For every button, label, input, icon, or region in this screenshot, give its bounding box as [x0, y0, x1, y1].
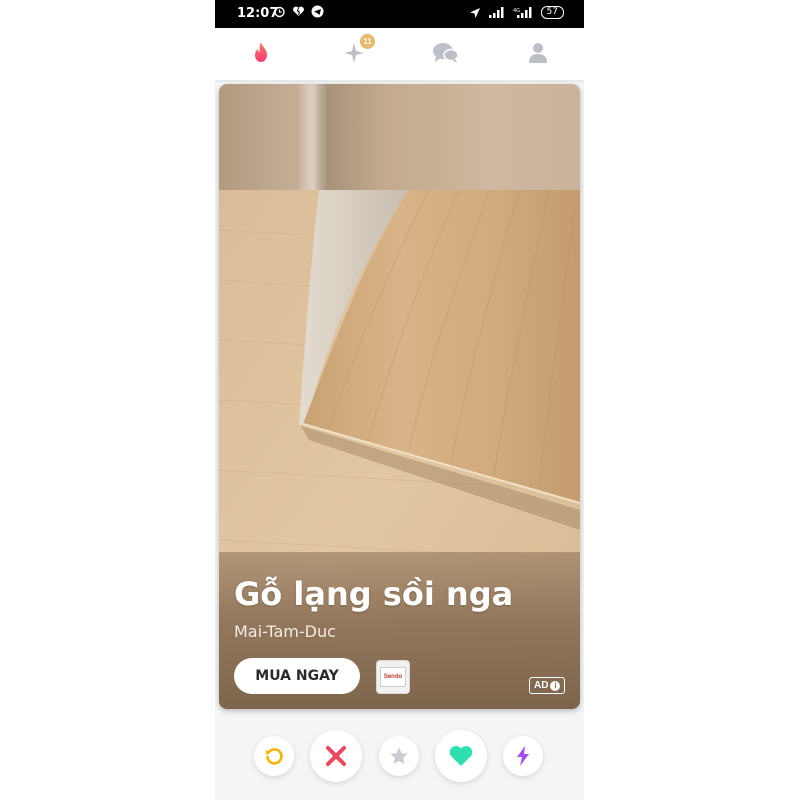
svg-text:4G: 4G: [513, 8, 520, 14]
top-nav-bar: 11: [215, 28, 584, 82]
phone-screen: 12:07 4G 57 11 Gỗ lạng sồi nga Mai-Tam-D…: [215, 0, 584, 800]
flame-icon: [255, 42, 267, 62]
super-like-button[interactable]: [379, 736, 419, 776]
ad-card[interactable]: Gỗ lạng sồi nga Mai-Tam-Duc MUA NGAY Sen…: [219, 84, 580, 709]
brand-logo-text: Sendo: [383, 674, 403, 680]
battery-indicator: 57: [540, 6, 564, 19]
nope-button[interactable]: [310, 730, 362, 782]
status-system-icons: 4G 57: [469, 6, 564, 19]
nav-tab-top-picks[interactable]: 11: [339, 34, 375, 68]
telegram-icon: [311, 5, 324, 18]
location-arrow-icon: [469, 7, 480, 18]
nope-x-icon: [326, 746, 346, 766]
status-notification-icons: [273, 5, 324, 18]
ad-title: Gỗ lạng sồi nga: [234, 575, 514, 613]
action-bar: [215, 716, 584, 800]
signal-icon: [488, 7, 504, 18]
signal-4g-icon: 4G: [513, 7, 532, 18]
nav-tab-discover[interactable]: [246, 38, 276, 68]
info-icon: i: [550, 680, 561, 691]
blur-highlight: [299, 84, 327, 190]
ad-advertiser: Mai-Tam-Duc: [234, 622, 336, 641]
like-heart-icon: [449, 746, 473, 766]
card-blurred-header: [219, 84, 580, 190]
ad-info-tag[interactable]: AD i: [529, 677, 566, 694]
buy-now-button[interactable]: MUA NGAY: [234, 658, 360, 694]
brand-logo-image: Sendo: [380, 667, 406, 687]
boost-bolt-icon: [517, 746, 529, 766]
ad-label: AD: [534, 680, 549, 691]
rewind-button[interactable]: [254, 736, 294, 776]
nav-tab-messages[interactable]: [431, 38, 461, 68]
like-button[interactable]: [435, 730, 487, 782]
brand-logo[interactable]: Sendo: [376, 660, 410, 694]
rewind-icon: [266, 748, 283, 765]
profile-icon: [529, 43, 547, 63]
nav-tab-profile[interactable]: [523, 38, 553, 68]
alarm-icon: [274, 6, 285, 18]
status-bar: 12:07 4G 57: [215, 0, 584, 28]
boost-button[interactable]: [503, 736, 543, 776]
chat-bubbles-icon: [433, 43, 459, 63]
top-picks-badge: 11: [360, 34, 375, 49]
super-like-star-icon: [390, 747, 408, 765]
broken-heart-icon: [293, 6, 304, 16]
